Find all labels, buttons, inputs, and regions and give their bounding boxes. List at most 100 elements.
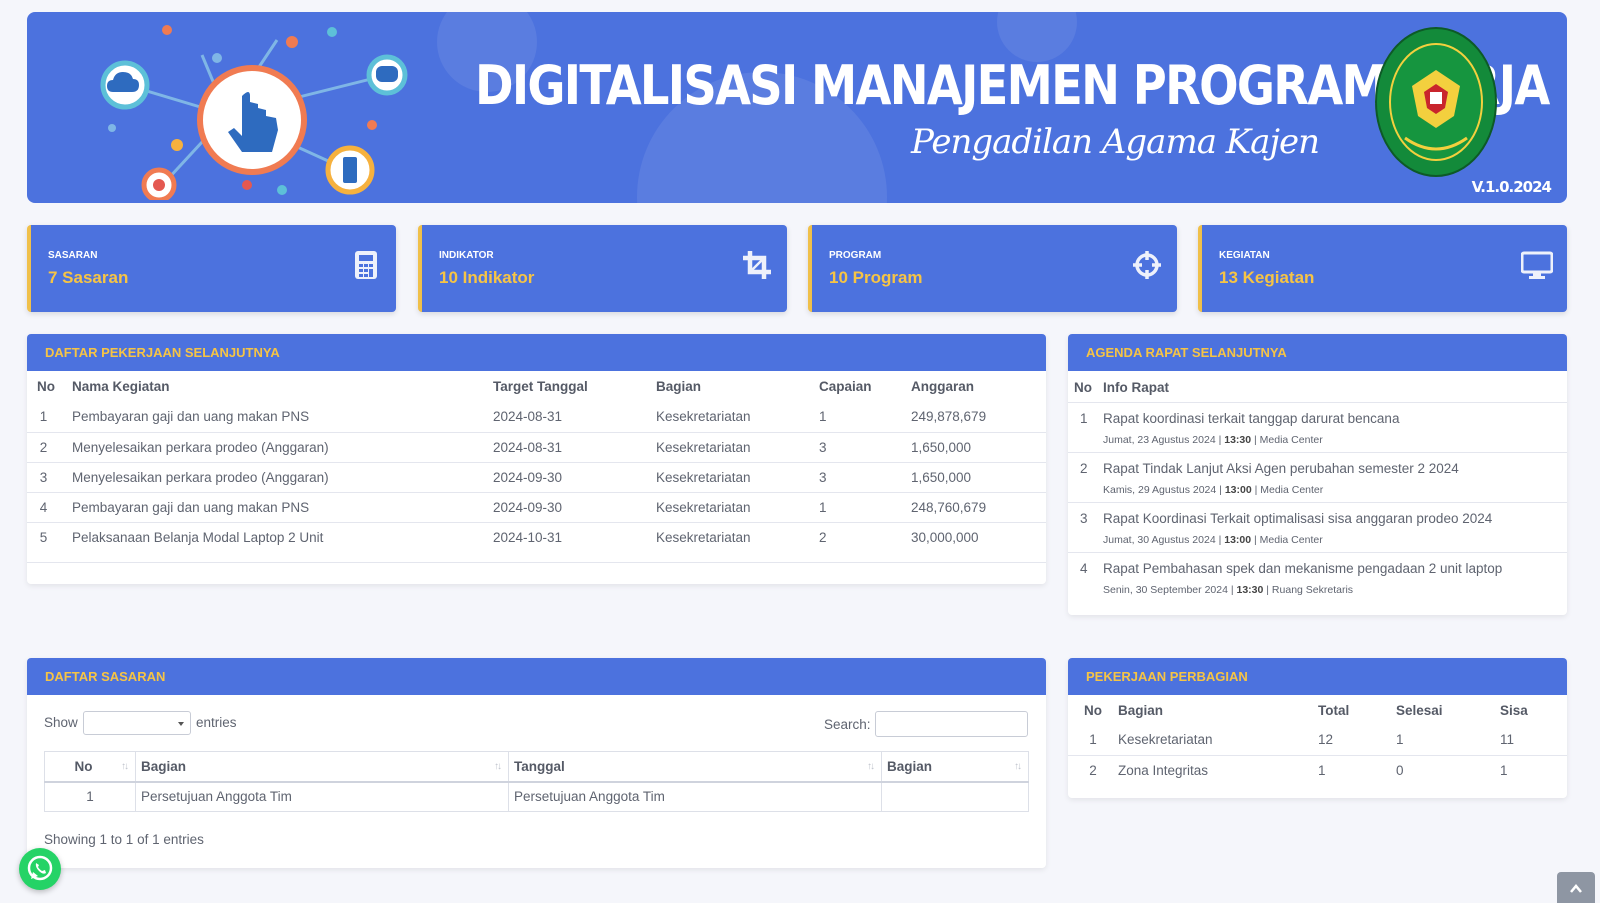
cell-anggaran: 248,760,679 [899, 491, 1046, 522]
col-no-sortable[interactable]: No ↑↓ [44, 751, 136, 782]
cell-capaian: 1 [807, 491, 899, 522]
cell-selesai: 1 [1396, 732, 1404, 748]
col-capaian: Capaian [819, 379, 872, 394]
col-total: Total [1318, 702, 1350, 718]
stat-card-sasaran[interactable]: SASARAN 7 Sasaran [27, 225, 396, 312]
header-banner: DIGITALISASI MANAJEMEN PROGRAM KERJA Pen… [27, 12, 1567, 203]
cell-no: 2 [1068, 754, 1118, 785]
stat-label: SASARAN [48, 250, 98, 261]
cell-bagian: Kesekretariatan [644, 431, 807, 462]
agenda-meta: Jumat, 30 Agustus 2024 | 13:00 | Media C… [1103, 534, 1323, 546]
cell-anggaran: 1,650,000 [899, 461, 1046, 492]
agenda-place: | Media Center [1254, 434, 1323, 446]
agenda-meta: Jumat, 23 Agustus 2024 | 13:30 | Media C… [1103, 434, 1323, 446]
agenda-title: Rapat Tindak Lanjut Aksi Agen perubahan … [1103, 461, 1459, 476]
col-target-tanggal: Target Tanggal [493, 379, 588, 394]
cell-anggaran: 30,000,000 [899, 521, 1046, 552]
cell-nama: Menyelesaikan perkara prodeo (Anggaran) [60, 431, 481, 462]
agenda-item[interactable]: 3 Rapat Koordinasi Terkait optimalisasi … [1068, 502, 1567, 552]
agenda-title: Rapat koordinasi terkait tanggap darurat… [1103, 411, 1400, 426]
col-nama-kegiatan: Nama Kegiatan [72, 379, 170, 394]
card-title: PEKERJAAN PERBAGIAN [1068, 658, 1567, 695]
cell-sisa: 1 [1500, 754, 1567, 785]
col-bagian: Bagian [887, 758, 933, 774]
agenda-date: Jumat, 30 Agustus 2024 | [1103, 534, 1222, 546]
sort-icon: ↑↓ [1014, 761, 1022, 772]
cell-bagian: Kesekretariatan [644, 461, 807, 492]
chevron-down-icon [178, 722, 184, 726]
agenda-date: Jumat, 23 Agustus 2024 | [1103, 434, 1222, 446]
card-pekerjaan-perbagian: PEKERJAAN PERBAGIAN No Bagian Total Sele… [1068, 658, 1567, 798]
calculator-icon [355, 251, 377, 279]
cell-tanggal: 2024-10-31 [481, 521, 644, 552]
cell-selesai: 0 [1396, 754, 1500, 785]
network-illustration-icon [100, 25, 408, 200]
table-row: 4 Pembayaran gaji dan uang makan PNS 202… [27, 491, 1046, 522]
cell-no: 1 [44, 781, 136, 812]
cell-bagian: Kesekretariatan [644, 491, 807, 522]
stat-card-kegiatan[interactable]: KEGIATAN 13 Kegiatan [1198, 225, 1567, 312]
stat-value: 7 Sasaran [48, 268, 129, 287]
agenda-no: 4 [1080, 561, 1088, 576]
stat-card-program[interactable]: PROGRAM 10 Program [808, 225, 1177, 312]
col-no: No [1084, 702, 1102, 718]
cell-total: 12 [1318, 732, 1334, 748]
cell-nama: Pelaksanaan Belanja Modal Laptop 2 Unit [60, 521, 481, 552]
entries-select[interactable] [83, 711, 191, 735]
agenda-item[interactable]: 2 Rapat Tindak Lanjut Aksi Agen perubaha… [1068, 452, 1567, 502]
cell-anggaran: 249,878,679 [911, 409, 987, 425]
cell-bagian: Kesekretariatan [1118, 732, 1213, 748]
cell-no: 4 [27, 491, 60, 522]
table-row: 3 Menyelesaikan perkara prodeo (Anggaran… [27, 461, 1046, 492]
chevron-up-icon [1570, 884, 1582, 893]
stat-card-indikator[interactable]: INDIKATOR 10 Indikator [418, 225, 787, 312]
agenda-no: 1 [1080, 411, 1088, 426]
sort-icon: ↑↓ [121, 761, 129, 772]
col-tanggal: Tanggal [514, 758, 565, 774]
cell-nama: Pembayaran gaji dan uang makan PNS [60, 491, 481, 522]
card-title: DAFTAR SASARAN [27, 658, 1046, 695]
col-bagian2-sortable[interactable]: Bagian ↑↓ [881, 751, 1029, 782]
court-logo-icon [1375, 27, 1497, 177]
cell-bagian [881, 781, 1029, 812]
sasaran-table: No ↑↓ Bagian ↑↓ Tanggal ↑↓ Bagian ↑↓ 1 Perse… [44, 751, 1029, 812]
pekerjaan-table: No Nama Kegiatan Target Tanggal Bagian C… [27, 371, 1046, 552]
agenda-time: 13:00 [1224, 484, 1252, 496]
cell-bagian: Persetujuan Anggota Tim [135, 781, 509, 812]
banner-subtitle: Pengadilan Agama Kajen [910, 122, 1320, 162]
card-title: DAFTAR PEKERJAAN SELANJUTNYA [27, 334, 1046, 371]
whatsapp-button[interactable] [19, 848, 61, 890]
cell-anggaran: 1,650,000 [899, 431, 1046, 462]
agenda-no: 2 [1080, 461, 1088, 476]
crop-icon [743, 251, 771, 279]
table-row: 2 Zona Integritas 1 0 1 [1068, 754, 1567, 785]
sort-icon: ↑↓ [494, 761, 502, 772]
divider [27, 562, 1046, 563]
agenda-title: Rapat Koordinasi Terkait optimalisasi si… [1103, 511, 1493, 526]
agenda-item[interactable]: 1 Rapat koordinasi terkait tanggap darur… [1068, 402, 1567, 452]
agenda-meta: Kamis, 29 Agustus 2024 | 13:00 | Media C… [1103, 484, 1323, 496]
desktop-icon [1521, 251, 1553, 279]
agenda-date: Kamis, 29 Agustus 2024 | [1103, 484, 1222, 496]
stat-label: INDIKATOR [439, 250, 494, 261]
table-row: 1 Persetujuan Anggota Tim Persetujuan An… [44, 781, 1029, 812]
cell-bagian: Kesekretariatan [644, 521, 807, 552]
cell-capaian: 3 [807, 431, 899, 462]
col-info-rapat: Info Rapat [1103, 380, 1169, 395]
search-input[interactable] [875, 711, 1028, 737]
col-bagian-sortable[interactable]: Bagian ↑↓ [135, 751, 509, 782]
col-tanggal-sortable[interactable]: Tanggal ↑↓ [508, 751, 882, 782]
scroll-to-top-button[interactable] [1557, 872, 1595, 903]
cell-no: 2 [27, 431, 60, 462]
stat-value: 13 Kegiatan [1219, 268, 1315, 287]
agenda-item[interactable]: 4 Rapat Pembahasan spek dan mekanisme pe… [1068, 552, 1567, 602]
cell-nama: Pembayaran gaji dan uang makan PNS [72, 409, 310, 425]
col-anggaran: Anggaran [911, 379, 975, 394]
cell-nama: Menyelesaikan perkara prodeo (Anggaran) [60, 461, 481, 492]
agenda-no: 3 [1080, 511, 1088, 526]
agenda-header: No Info Rapat [1068, 371, 1567, 402]
datatable-info: Showing 1 to 1 of 1 entries [44, 832, 204, 847]
cell-tanggal: 2024-08-31 [493, 409, 563, 425]
col-no: No [1074, 380, 1092, 395]
table-row: 5 Pelaksanaan Belanja Modal Laptop 2 Uni… [27, 521, 1046, 552]
